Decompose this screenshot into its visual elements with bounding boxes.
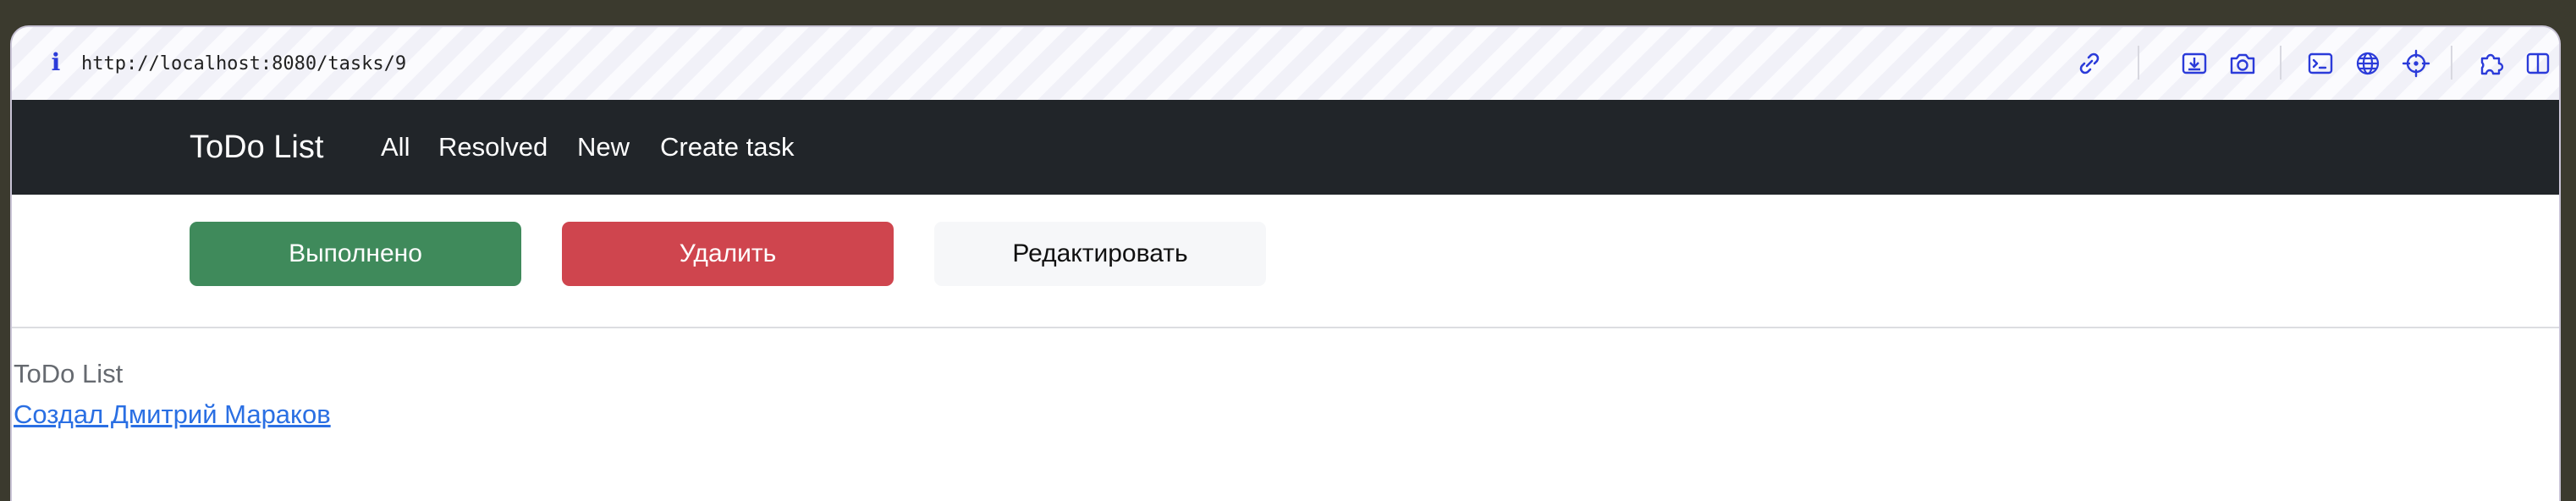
terminal-icon[interactable] xyxy=(2304,47,2337,80)
toolbar-separator xyxy=(2451,46,2452,80)
nav-link-resolved[interactable]: Resolved xyxy=(438,100,548,195)
address-bar: i http://localhost:8080/tasks/9 xyxy=(12,27,2559,102)
link-icon[interactable] xyxy=(2073,47,2105,80)
browser-window: i http://localhost:8080/tasks/9 ToDo Lis… xyxy=(12,27,2559,501)
crosshair-icon[interactable] xyxy=(2400,47,2432,80)
nav-link-all[interactable]: All xyxy=(381,100,410,195)
navbar-brand[interactable]: ToDo List xyxy=(190,100,323,195)
footer-divider xyxy=(12,327,2559,328)
url-field[interactable]: http://localhost:8080/tasks/9 xyxy=(81,51,406,78)
nav-link-new[interactable]: New xyxy=(577,100,630,195)
top-navbar: ToDo List All Resolved New Create task xyxy=(12,100,2559,195)
footer-title: ToDo List xyxy=(14,359,124,388)
info-icon[interactable]: i xyxy=(44,49,68,76)
author-link[interactable]: Создал Дмитрий Мараков xyxy=(14,399,331,430)
sidebar-icon[interactable] xyxy=(2522,47,2554,80)
toolbar-separator xyxy=(2280,46,2282,80)
toolbar-separator xyxy=(2138,46,2139,80)
globe-icon[interactable] xyxy=(2352,47,2384,80)
nav-link-create-task[interactable]: Create task xyxy=(660,100,795,195)
edit-button[interactable]: Редактировать xyxy=(934,222,1266,286)
complete-button[interactable]: Выполнено xyxy=(190,222,521,286)
extensions-icon[interactable] xyxy=(2475,47,2507,80)
download-icon[interactable] xyxy=(2178,47,2210,80)
camera-icon[interactable] xyxy=(2226,47,2259,80)
delete-button[interactable]: Удалить xyxy=(562,222,894,286)
